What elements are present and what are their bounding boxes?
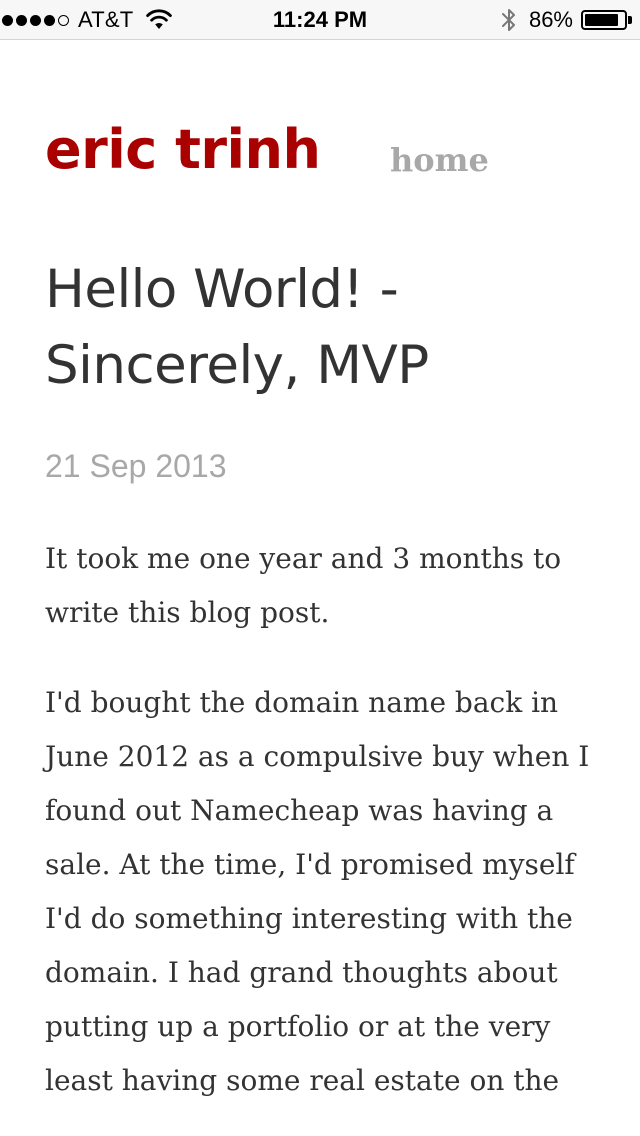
site-title[interactable]: eric trinh: [45, 112, 321, 188]
battery-icon: [581, 10, 627, 30]
post-paragraph: It took me one year and 3 months to writ…: [45, 542, 562, 629]
post-date: 21 Sep 2013: [45, 448, 227, 484]
status-right: 86%: [501, 0, 632, 40]
post-title: Hello World! - Sincerely, MVP: [45, 259, 429, 396]
post-paragraph: I'd bought the domain name back in June …: [45, 686, 590, 1097]
battery-percentage: 86%: [528, 7, 573, 32]
status-bar: AT&T 11:24 PM 86%: [0, 0, 640, 40]
post-body: It took me one year and 3 months to writ…: [45, 532, 605, 1136]
battery-nub: [628, 16, 632, 24]
nav-home-link[interactable]: home: [390, 138, 489, 182]
bluetooth-icon: [501, 9, 515, 31]
battery-fill: [585, 14, 618, 26]
